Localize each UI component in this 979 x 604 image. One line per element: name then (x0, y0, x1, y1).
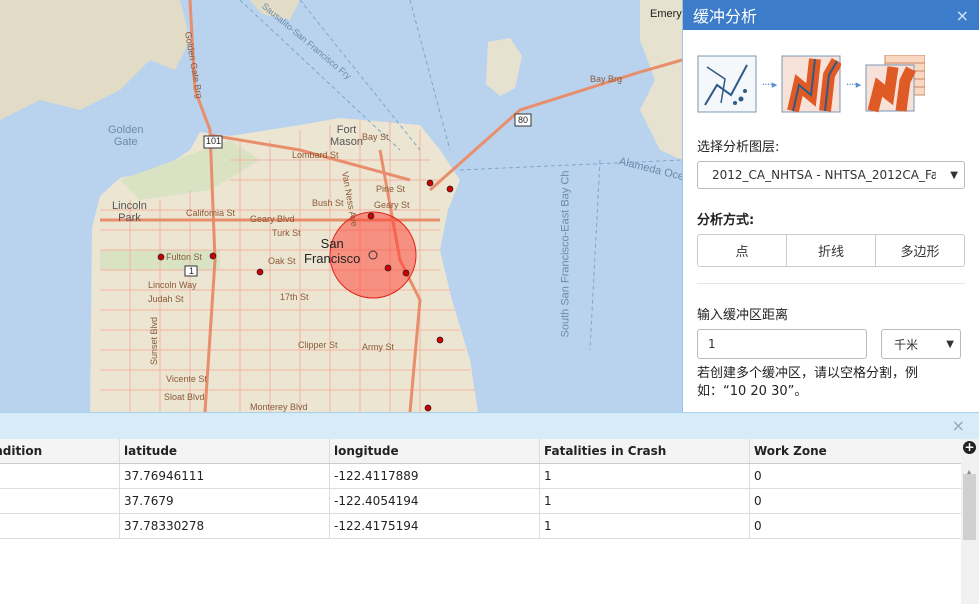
street-label: Sunset Blvd (149, 316, 160, 366)
point-button[interactable]: 点 (697, 234, 787, 267)
scrollbar-thumb[interactable] (963, 474, 976, 540)
column-header[interactable]: Work Zone (750, 439, 961, 463)
table-cell: 1 (540, 464, 750, 488)
table-cell: 0 (754, 469, 762, 483)
map-label-golden-gate: Golden Gate (108, 124, 144, 148)
input-layer-icon (697, 55, 757, 113)
map-label-lincoln-park: Lincoln Park (112, 200, 147, 224)
close-icon[interactable]: × (952, 416, 965, 435)
table-cell: 37.76946111 (120, 464, 330, 488)
street-label: Sloat Blvd (164, 392, 205, 402)
street-label: Monterey Blvd (250, 402, 308, 412)
buffer-result-icon (865, 54, 926, 113)
method-button-group: 点 折线 多边形 (697, 234, 965, 267)
layer-label: 选择分析图层: (697, 140, 780, 155)
table-cell: 1 (540, 514, 750, 538)
distance-hint: 若创建多个缓冲区，请以空格分割，例如：“10 20 30”。 (697, 366, 919, 399)
street-label: California St (186, 208, 236, 218)
map-label-emery: Emery (650, 8, 682, 20)
buffer-analysis-panel: 缓冲分析 × ····▸ ····▸ 选择分析图层: 2012_CA_NHTSA… (682, 0, 979, 412)
street-label: Fulton St (166, 252, 203, 262)
street-label: Vicente St (166, 374, 207, 384)
table-cell (0, 464, 120, 488)
street-label: Geary Blvd (250, 214, 295, 224)
table-cell: 1 (540, 489, 750, 513)
street-label: Pine St (376, 184, 406, 194)
table-cell: 37.7679 (120, 489, 330, 513)
table-toolbar: × (0, 412, 979, 439)
column-header[interactable]: latitude (120, 439, 330, 463)
divider (697, 283, 965, 284)
map-label-hwy-101: 101 (206, 136, 222, 146)
table-cell: 37.78330278 (120, 514, 330, 538)
close-icon[interactable]: × (956, 6, 969, 25)
map-label-san-francisco: San Francisco (304, 236, 361, 266)
column-header[interactable]: Fatalities in Crash (540, 439, 750, 463)
unit-select[interactable]: 千米 ▼ (881, 329, 961, 359)
panel-title: 缓冲分析 (693, 7, 758, 26)
attribute-table: ondition latitude longitude Fatalities i… (0, 439, 961, 539)
table-cell: 0 (754, 494, 762, 508)
map-label-hwy-1: 1 (189, 266, 195, 276)
arrow-right-icon: ····▸ (761, 77, 778, 91)
street-label: Judah St (148, 294, 184, 304)
table-cell (0, 514, 120, 538)
map-label-channel: South San Francisco-East Bay Ch (559, 170, 572, 338)
map-label-hwy-80: 80 (518, 115, 529, 125)
method-label: 分析方式: (697, 213, 755, 228)
table-row[interactable]: 37.7679 -122.4054194 1 0 (0, 489, 961, 514)
map-label-fort-mason: Fort Mason (330, 124, 364, 148)
add-column-icon[interactable]: + (963, 441, 976, 454)
arrow-right-icon: ····▸ (845, 77, 862, 91)
table-cell: -122.4117889 (330, 464, 540, 488)
dropdown-caret-icon: ▼ (950, 169, 958, 181)
table-cell (0, 489, 120, 513)
table-cell: 0 (754, 519, 762, 533)
unit-select-value: 千米 (894, 337, 919, 352)
street-label: Geary St (374, 200, 410, 210)
table-cell: -122.4175194 (330, 514, 540, 538)
panel-header: 缓冲分析 × (683, 0, 979, 30)
street-label: Army St (362, 342, 395, 352)
table-row[interactable]: 37.76946111 -122.4117889 1 0 (0, 464, 961, 489)
street-label: Lombard St (292, 150, 339, 160)
dropdown-caret-icon: ▼ (946, 338, 954, 350)
table-cell: -122.4054194 (330, 489, 540, 513)
distance-label: 输入缓冲区距离 (697, 308, 789, 323)
street-label: Clipper St (298, 340, 338, 350)
table-row[interactable]: 37.78330278 -122.4175194 1 0 (0, 514, 961, 539)
workflow-illustration: ····▸ ····▸ (697, 54, 965, 114)
street-label: Turk St (272, 228, 301, 238)
attribute-table-panel: × ondition latitude longitude Fatalities… (0, 412, 979, 604)
street-label: Bay St (362, 132, 389, 142)
polyline-button[interactable]: 折线 (787, 234, 876, 267)
street-label: Oak St (268, 256, 296, 266)
table-header-row: ondition latitude longitude Fatalities i… (0, 439, 961, 464)
layer-select-value: 2012_CA_NHTSA - NHTSA_2012CA_Fat (712, 168, 936, 182)
layer-select[interactable]: 2012_CA_NHTSA - NHTSA_2012CA_Fat ▼ (697, 161, 965, 189)
column-header[interactable]: ondition (0, 439, 120, 463)
column-header[interactable]: longitude (330, 439, 540, 463)
street-label: Bush St (312, 198, 344, 208)
street-label: Lincoln Way (148, 280, 197, 290)
polygon-button[interactable]: 多边形 (876, 234, 965, 267)
distance-input[interactable]: 1 (697, 329, 867, 359)
buffer-icon (781, 55, 843, 113)
street-label: 17th St (280, 292, 309, 302)
map-label-bay-bridge: Bay Brg (590, 74, 623, 84)
